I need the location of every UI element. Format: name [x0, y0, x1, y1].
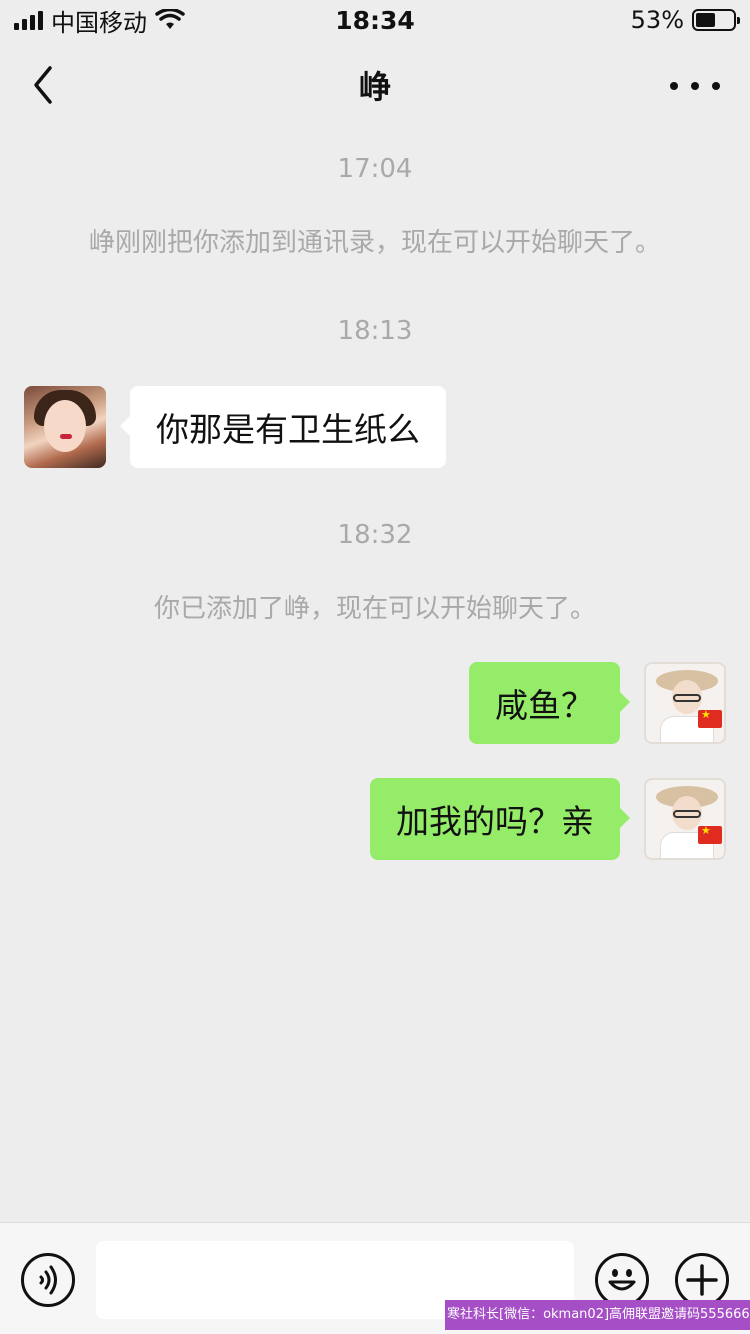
nav-bar: 峥	[0, 40, 750, 130]
avatar-glasses	[673, 810, 701, 818]
voice-icon	[39, 1265, 57, 1295]
my-avatar[interactable]	[644, 662, 726, 744]
avatar-lips	[60, 434, 72, 439]
plus-icon	[686, 1264, 718, 1296]
more-dot	[670, 82, 678, 90]
avatar-glasses	[673, 694, 701, 702]
timestamp: 18:32	[337, 520, 413, 550]
message-list[interactable]: 17:04 峥刚刚把你添加到通讯录，现在可以开始聊天了。 18:13 你那是有卫…	[0, 130, 750, 1220]
timestamp: 17:04	[337, 154, 413, 184]
carrier-label: 中国移动	[51, 8, 147, 37]
system-message: 你已添加了峥，现在可以开始聊天了。	[153, 594, 596, 624]
page-title: 峥	[358, 68, 391, 106]
contact-avatar[interactable]	[24, 386, 106, 468]
back-button[interactable]	[26, 62, 66, 108]
status-right: 53%	[630, 6, 740, 34]
battery-fill	[696, 13, 716, 27]
battery-percent: 53%	[630, 6, 684, 34]
watermark: 寒社科长[微信：okman02]高佣联盟邀请码555666	[445, 1300, 750, 1330]
status-left: 中国移动	[14, 3, 185, 38]
battery-icon	[692, 9, 740, 31]
chevron-left-icon	[34, 66, 52, 104]
emoji-icon	[608, 1269, 636, 1291]
flag-icon	[698, 824, 722, 844]
my-avatar[interactable]	[644, 778, 726, 860]
emoji-button[interactable]	[595, 1253, 649, 1307]
wifi-icon	[155, 9, 185, 29]
more-dot	[712, 82, 720, 90]
avatar-face	[44, 400, 86, 452]
voice-button[interactable]	[21, 1253, 75, 1307]
more-button[interactable]	[670, 76, 720, 96]
timestamp: 18:13	[337, 316, 413, 346]
more-dot	[691, 82, 699, 90]
incoming-message-bubble[interactable]: 你那是有卫生纸么	[120, 386, 446, 468]
system-message: 峥刚刚把你添加到通讯录，现在可以开始聊天了。	[88, 228, 661, 258]
signal-icon	[14, 10, 43, 30]
outgoing-message-bubble[interactable]: 咸鱼？	[469, 662, 630, 744]
outgoing-message-bubble[interactable]: 加我的吗？亲	[370, 778, 630, 860]
plus-button[interactable]	[675, 1253, 729, 1307]
status-bar: 中国移动 18:34 53%	[0, 0, 750, 40]
flag-icon	[698, 708, 722, 728]
